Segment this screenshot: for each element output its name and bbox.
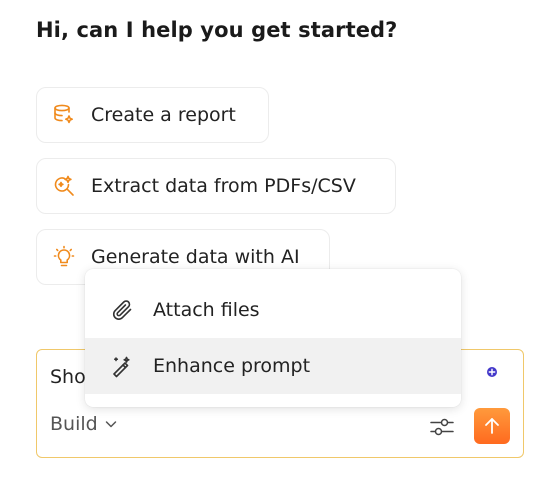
- suggestion-create-report[interactable]: Create a report: [36, 87, 269, 143]
- suggestion-label: Create a report: [91, 104, 236, 126]
- composer-options-menu: Attach files Enhance prompt: [85, 269, 461, 407]
- suggestion-extract-data[interactable]: Extract data from PDFs/CSV: [36, 158, 396, 214]
- send-button[interactable]: [474, 408, 510, 444]
- suggestion-label: Generate data with AI: [91, 246, 300, 268]
- database-sparkle-icon: [51, 102, 77, 128]
- prompt-input[interactable]: Sho: [50, 366, 86, 388]
- menu-item-label: Attach files: [153, 299, 260, 321]
- page-title: Hi, can I help you get started?: [36, 18, 398, 42]
- menu-item-enhance-prompt[interactable]: Enhance prompt: [85, 338, 461, 394]
- sliders-icon[interactable]: [429, 414, 455, 440]
- paperclip-icon: [109, 297, 135, 323]
- menu-item-attach-files[interactable]: Attach files: [85, 282, 461, 338]
- mode-selector[interactable]: Build: [50, 413, 118, 435]
- magic-wand-icon: [109, 353, 135, 379]
- suggestion-label: Extract data from PDFs/CSV: [91, 175, 356, 197]
- search-sparkle-icon: [51, 173, 77, 199]
- menu-item-label: Enhance prompt: [153, 355, 311, 377]
- mode-label: Build: [50, 413, 98, 435]
- lightbulb-head-icon: [51, 244, 77, 270]
- chevron-down-icon: [105, 421, 116, 428]
- chat-start-screen: Hi, can I help you get started? Create a…: [0, 0, 560, 491]
- plus-badge-icon[interactable]: [486, 363, 498, 377]
- arrow-up-icon: [485, 418, 499, 434]
